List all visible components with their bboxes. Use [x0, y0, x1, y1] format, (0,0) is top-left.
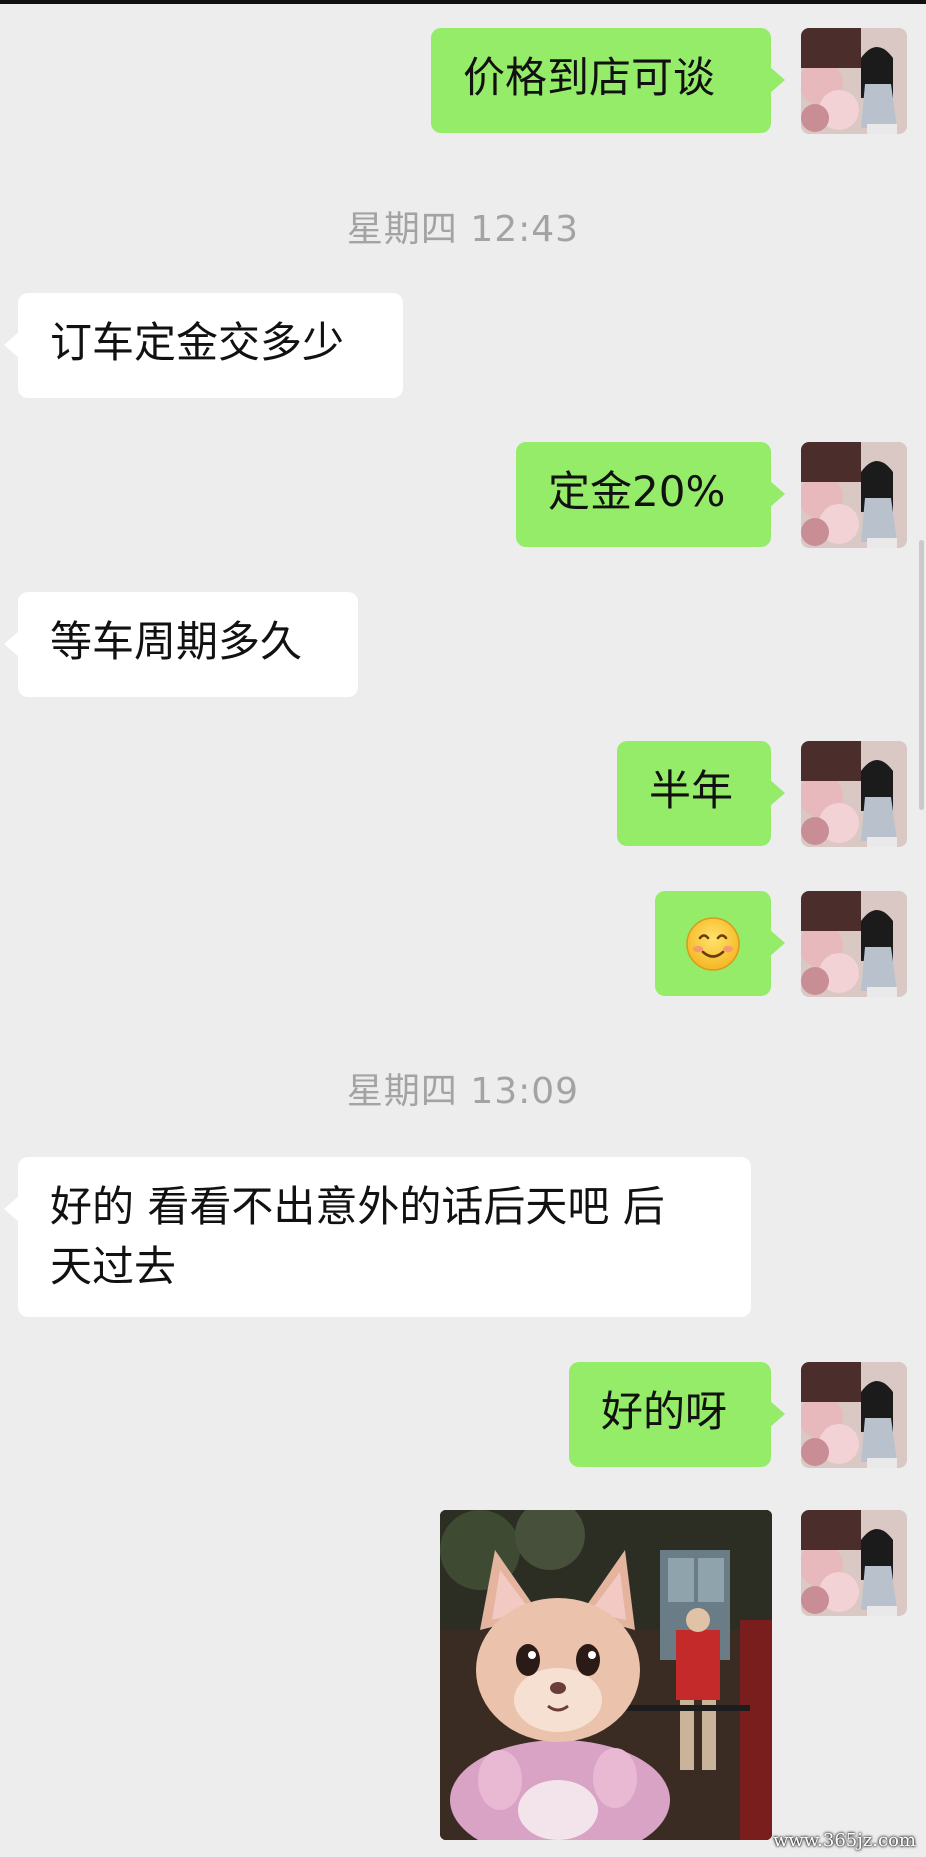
message-text: 好的呀: [601, 1387, 728, 1436]
message-text: 好的 看看不出意外的话后天吧 后 天过去: [50, 1182, 665, 1291]
sender-avatar[interactable]: [801, 442, 907, 548]
sender-avatar[interactable]: [801, 1510, 907, 1616]
timestamp: 星期四 12:43: [346, 209, 580, 250]
scrollbar-thumb[interactable]: [919, 540, 924, 810]
smiling-face-icon: [686, 917, 740, 971]
incoming-message-bubble[interactable]: 订车定金交多少: [4, 293, 403, 398]
incoming-message-bubble[interactable]: 好的 看看不出意外的话后天吧 后 天过去: [4, 1157, 751, 1317]
sender-avatar[interactable]: [801, 1362, 907, 1468]
message-text: 定金20%: [548, 467, 726, 516]
outgoing-message-bubble[interactable]: 好的呀: [569, 1362, 785, 1467]
outgoing-message-bubble[interactable]: 定金20%: [516, 442, 785, 547]
message-text: 价格到店可谈: [463, 53, 716, 102]
message-text: 等车周期多久: [50, 617, 303, 666]
sender-avatar[interactable]: [801, 28, 907, 134]
fox-mascot-sticker[interactable]: [440, 1510, 772, 1840]
outgoing-emoji-bubble[interactable]: [655, 891, 785, 996]
outgoing-message-bubble[interactable]: 半年: [617, 741, 785, 846]
timestamp: 星期四 13:09: [346, 1071, 580, 1112]
message-text: 订车定金交多少: [50, 318, 345, 367]
watermark-text: www.365jz.com: [773, 1830, 916, 1851]
sender-avatar[interactable]: [801, 891, 907, 997]
message-text: 半年: [649, 766, 734, 815]
incoming-message-bubble[interactable]: 等车周期多久: [4, 592, 358, 697]
sender-avatar[interactable]: [801, 741, 907, 847]
outgoing-message-bubble[interactable]: 价格到店可谈: [431, 28, 785, 133]
top-edge: [0, 0, 926, 4]
